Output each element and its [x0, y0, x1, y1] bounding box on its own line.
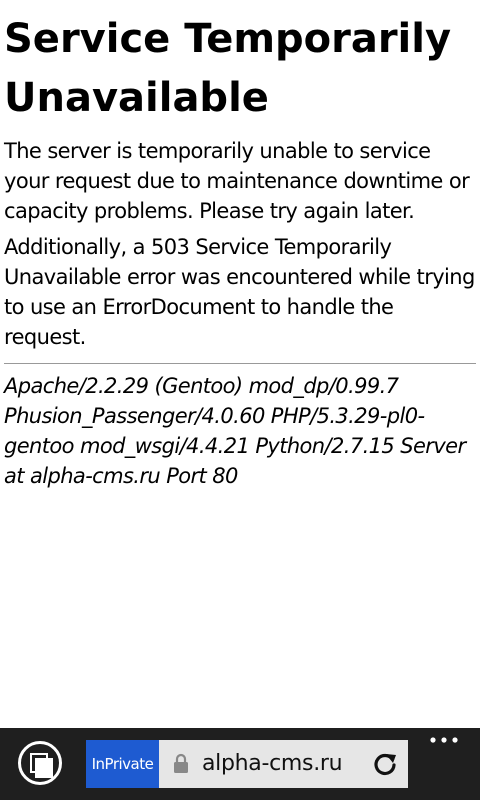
page-content: Service Temporarily Unavailable The serv… [0, 0, 480, 491]
tab-square-front [35, 758, 53, 778]
url-text[interactable]: alpha-cms.ru [202, 740, 343, 788]
divider [4, 363, 476, 364]
server-signature: Apache/2.2.29 (Gentoo) mod_dp/0.99.7 Phu… [4, 374, 466, 488]
lock-icon [174, 753, 188, 773]
tabs-icon[interactable] [18, 741, 62, 785]
inprivate-badge: InPrivate [86, 740, 159, 788]
more-icon[interactable] [428, 734, 460, 746]
address-bar[interactable]: InPrivate alpha-cms.ru [86, 740, 408, 788]
page-title: Service Temporarily Unavailable [4, 16, 452, 121]
error-message: The server is temporarily unable to serv… [4, 139, 470, 223]
additional-error-message: Additionally, a 503 Service Temporarily … [4, 235, 475, 349]
refresh-icon[interactable] [372, 751, 398, 777]
browser-app-bar: InPrivate alpha-cms.ru [0, 728, 480, 800]
web-page: Service Temporarily Unavailable The serv… [0, 0, 480, 728]
